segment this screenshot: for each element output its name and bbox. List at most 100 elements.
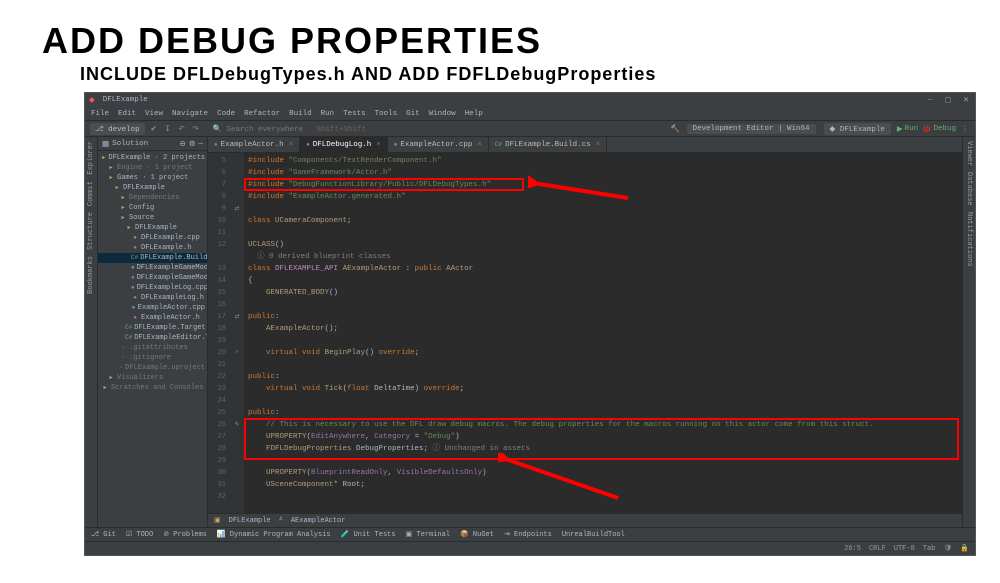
solution-explorer: ▦ Solution ⊖ ⚙ — ▸DFLExample · 2 project…	[98, 137, 208, 527]
tree-node[interactable]: ▫.gitattributes	[98, 343, 207, 353]
source-text[interactable]: #include "Components/TextRenderComponent…	[244, 153, 962, 513]
security-icon[interactable]: 🛡	[943, 544, 952, 553]
editor-tab[interactable]: ●DFLDebugLog.h×	[300, 137, 388, 152]
menubar: File Edit View Navigate Code Refactor Bu…	[85, 107, 975, 121]
tree-node[interactable]: ▸DFLExample	[98, 183, 207, 193]
left-tab[interactable]: Commit	[87, 181, 95, 206]
right-tab[interactable]: Notifications	[965, 212, 973, 267]
tree-node[interactable]: ▸Dependencies	[98, 193, 207, 203]
tree-node[interactable]: ●DFLExampleGameModeBase.cpp	[98, 263, 207, 273]
tree-node[interactable]: ▸Games · 1 project	[98, 173, 207, 183]
minimize-icon[interactable]: —	[925, 95, 935, 105]
project-tree[interactable]: ▸DFLExample · 2 projects▸Engine · 1 proj…	[98, 151, 207, 527]
bottom-tab[interactable]: 📦 NuGet	[460, 530, 494, 539]
run-config[interactable]: Development Editor | Win64	[687, 124, 816, 134]
bottom-tab[interactable]: ⎇ Git	[91, 530, 116, 539]
commit-icon[interactable]: ✔	[149, 124, 159, 134]
tree-node[interactable]: C#DFLExample.Build.cs	[98, 253, 207, 263]
tree-node[interactable]: ▸Config	[98, 203, 207, 213]
menu-item[interactable]: File	[91, 110, 109, 118]
editor-tab[interactable]: ●ExampleActor.cpp×	[388, 137, 489, 152]
left-tab[interactable]: Bookmarks	[87, 256, 95, 294]
crumb-item[interactable]: AExampleActor	[291, 517, 346, 525]
menu-item[interactable]: Help	[465, 110, 483, 118]
crumb-icon: ᴬ	[279, 517, 283, 525]
bottom-tab[interactable]: ☑ TODO	[126, 530, 153, 539]
tree-node[interactable]: ▸Scratches and Consoles	[98, 383, 207, 393]
right-tab[interactable]: Viewer	[965, 141, 973, 166]
debug-button[interactable]: 🐞 Debug	[922, 124, 956, 134]
vcs-branch[interactable]: ⎇ develop	[90, 123, 145, 135]
toolbar: ⎇ develop ✔ ↧ ↶ ↷ 🔍 Search everywhere Sh…	[85, 121, 975, 137]
menu-item[interactable]: Edit	[118, 110, 136, 118]
breadcrumb[interactable]: ▣ DFLExample ᴬ AExampleActor	[208, 513, 962, 527]
menu-item[interactable]: Tests	[343, 110, 366, 118]
hammer-icon[interactable]: 🔨	[671, 124, 681, 134]
left-tab[interactable]: Explorer	[87, 141, 95, 175]
tree-node[interactable]: ●DFLExampleLog.h	[98, 293, 207, 303]
close-icon[interactable]: ✕	[961, 95, 971, 105]
collapse-icon[interactable]: ⊖	[179, 139, 185, 149]
menu-item[interactable]: Git	[406, 110, 420, 118]
menu-item[interactable]: Refactor	[244, 110, 280, 118]
tree-node[interactable]: ▫DFLExample.uproject	[98, 363, 207, 373]
caret-pos: 26:5	[844, 545, 861, 553]
bottom-tab[interactable]: ⇥ Endpoints	[504, 530, 552, 539]
tree-node[interactable]: ●ExampleActor.cpp	[98, 303, 207, 313]
update-icon[interactable]: ↧	[163, 124, 173, 134]
menu-item[interactable]: Tools	[375, 110, 398, 118]
menu-item[interactable]: Build	[289, 110, 312, 118]
tree-node[interactable]: ▫.gitignore	[98, 353, 207, 363]
maximize-icon[interactable]: ▢	[943, 95, 953, 105]
tree-node[interactable]: ▸Engine · 1 project	[98, 163, 207, 173]
right-tab[interactable]: Database	[965, 172, 973, 206]
menu-item[interactable]: Navigate	[172, 110, 208, 118]
tree-node[interactable]: ▸DFLExample	[98, 223, 207, 233]
close-tab-icon[interactable]: ×	[376, 141, 381, 149]
editor-tab[interactable]: ●ExampleActor.h×	[208, 137, 300, 152]
bottom-tab[interactable]: UnrealBuildTool	[562, 531, 625, 539]
more-icon[interactable]: ⋮	[960, 124, 970, 134]
bottom-tab[interactable]: 🧪 Unit Tests	[341, 530, 396, 539]
explorer-icon: ▦	[102, 139, 109, 149]
hide-icon[interactable]: —	[198, 140, 203, 148]
bottom-tab[interactable]: ⊘ Problems	[163, 530, 207, 539]
eol[interactable]: CRLF	[869, 545, 886, 553]
crumb-item[interactable]: DFLExample	[229, 517, 271, 525]
bottom-tab[interactable]: ▣ Terminal	[406, 530, 450, 539]
tree-node[interactable]: ▸Visualizers	[98, 373, 207, 383]
editor-tab[interactable]: C#DFLExample.Build.cs×	[489, 137, 607, 152]
sidebar-title: Solution	[112, 140, 148, 148]
menu-item[interactable]: Run	[321, 110, 335, 118]
glyph-margin: ⇄⇄ᵒ✎	[230, 153, 244, 513]
tree-node[interactable]: ●ExampleActor.h	[98, 313, 207, 323]
tree-node[interactable]: ●DFLExampleGameModeBase.h	[98, 273, 207, 283]
tree-node[interactable]: ●DFLExample.h	[98, 243, 207, 253]
tree-node[interactable]: C#DFLExampleEditor.Target.cs	[98, 333, 207, 343]
app-icon: ◆	[89, 95, 95, 105]
tree-node[interactable]: ●DFLExampleLog.cpp	[98, 283, 207, 293]
gear-icon[interactable]: ⚙	[189, 139, 196, 149]
ide-window: ◆ DFLExample — ▢ ✕ File Edit View Naviga…	[84, 92, 976, 556]
indent[interactable]: Tab	[923, 545, 936, 553]
close-tab-icon[interactable]: ×	[596, 141, 601, 149]
code-editor[interactable]: 5678910111213141516171819202122232425262…	[208, 153, 962, 513]
menu-item[interactable]: View	[145, 110, 163, 118]
encoding[interactable]: UTF-8	[894, 545, 915, 553]
run-target[interactable]: ◆ DFLExample	[824, 123, 891, 135]
redo-icon[interactable]: ↷	[191, 124, 201, 134]
search-hint[interactable]: 🔍 Search everywhere Shift+Shift	[213, 124, 366, 134]
close-tab-icon[interactable]: ×	[477, 141, 482, 149]
lock-icon: 🔒	[960, 544, 969, 553]
tree-node[interactable]: ▸DFLExample · 2 projects	[98, 153, 207, 163]
menu-item[interactable]: Code	[217, 110, 235, 118]
tree-node[interactable]: C#DFLExample.Target.cs	[98, 323, 207, 333]
close-tab-icon[interactable]: ×	[289, 141, 294, 149]
left-tab[interactable]: Structure	[87, 212, 95, 250]
bottom-tab[interactable]: 📊 Dynamic Program Analysis	[217, 530, 331, 539]
undo-icon[interactable]: ↶	[177, 124, 187, 134]
run-button[interactable]: ▶ Run	[897, 124, 918, 134]
tree-node[interactable]: ▸Source	[98, 213, 207, 223]
menu-item[interactable]: Window	[429, 110, 456, 118]
tree-node[interactable]: ●DFLExample.cpp	[98, 233, 207, 243]
